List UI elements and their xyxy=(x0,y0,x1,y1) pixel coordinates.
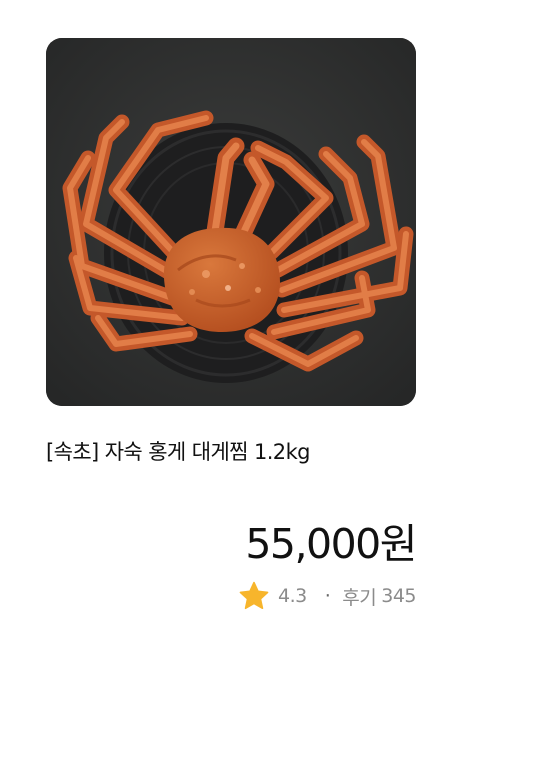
product-title[interactable]: [속초] 자숙 홍게 대게찜 1.2kg xyxy=(46,436,310,468)
rating-review-row: 4.3 · 후기 345 xyxy=(238,580,416,612)
crab-photo-illustration xyxy=(46,38,416,406)
rating-value: 4.3 xyxy=(278,585,307,607)
review-count: 345 xyxy=(381,585,416,607)
star-icon xyxy=(238,580,270,612)
product-card[interactable]: [속초] 자숙 홍게 대게찜 1.2kg 55,000원 4.3 · 후기 34… xyxy=(0,0,540,776)
review-label: 후기 xyxy=(342,586,377,609)
separator-dot: · xyxy=(324,585,331,607)
product-price: 55,000원 xyxy=(245,520,417,568)
product-image[interactable] xyxy=(46,38,416,406)
